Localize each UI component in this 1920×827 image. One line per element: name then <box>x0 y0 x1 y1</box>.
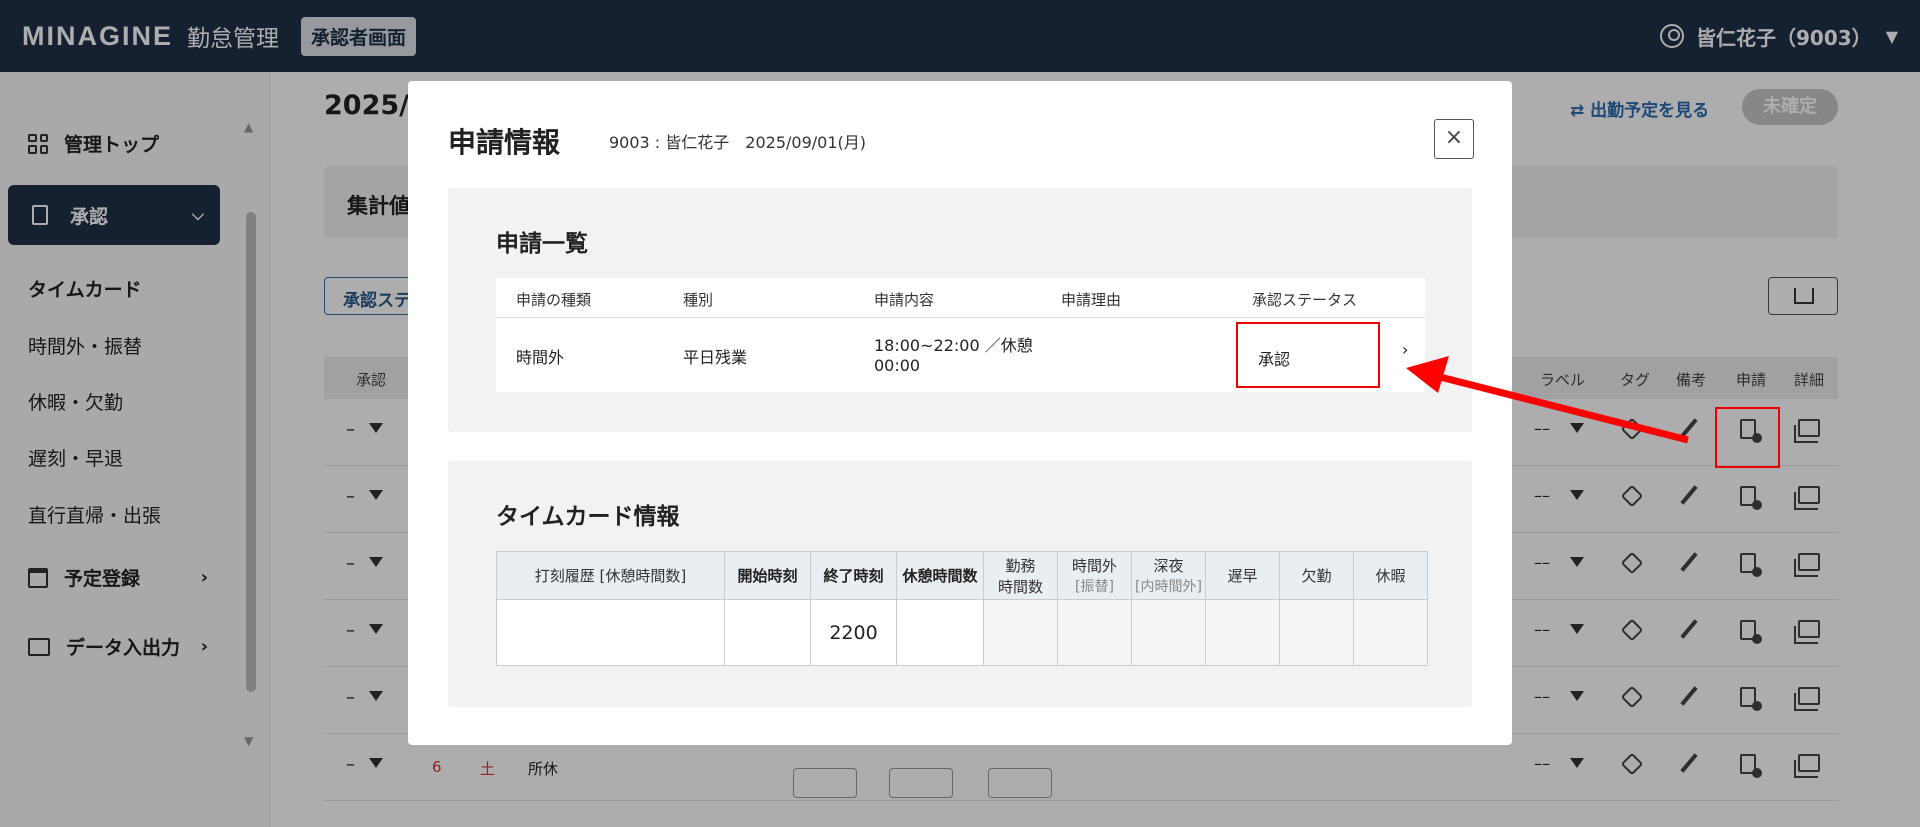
application-list-panel: 申請一覧 申請の種類 種別 申請内容 申請理由 承認ステータス 時間外 平日残業… <box>448 188 1472 432</box>
status-badge: 承認 <box>1258 350 1291 369</box>
col-late: 遅早 <box>1205 551 1280 600</box>
modal-title: 申請情報 <box>448 126 561 159</box>
cell-type: 時間外 <box>516 348 565 367</box>
cell-end: 2200 <box>810 599 897 666</box>
highlight-application-icon <box>1715 407 1780 468</box>
table-header: 申請の種類 種別 申請内容 申請理由 承認ステータス <box>496 278 1425 318</box>
cell-content-line2: 00:00 <box>874 356 921 375</box>
col-content: 申請内容 <box>874 291 935 309</box>
col-reason: 申請理由 <box>1061 291 1122 309</box>
col-type: 申請の種類 <box>516 291 592 309</box>
col-overtime: 時間外 [振替] <box>1057 551 1132 600</box>
close-button[interactable]: × <box>1434 119 1474 159</box>
col-end: 終了時刻 <box>810 551 897 600</box>
application-table: 申請の種類 種別 申請内容 申請理由 承認ステータス 時間外 平日残業 18:0… <box>496 278 1425 392</box>
cell-late <box>1205 599 1280 666</box>
timecard-panel: タイムカード情報 打刻履歴 [休憩時間数] 開始時刻 終了時刻 休憩時間数 勤務… <box>448 461 1472 707</box>
col-start: 開始時刻 <box>724 551 811 600</box>
cell-stamp <box>496 599 725 666</box>
application-modal: 申請情報 9003 : 皆仁花子 2025/09/01(月) × 申請一覧 申請… <box>408 81 1512 745</box>
col-absent: 欠勤 <box>1279 551 1354 600</box>
section-title: 申請一覧 <box>496 231 588 257</box>
cell-start <box>724 599 811 666</box>
status-highlight: 承認 <box>1236 322 1380 388</box>
col-leave: 休暇 <box>1353 551 1428 600</box>
modal-meta: 9003 : 皆仁花子 2025/09/01(月) <box>609 133 866 152</box>
timecard-table: 打刻履歴 [休憩時間数] 開始時刻 終了時刻 休憩時間数 勤務 時間数 時間外 [振… <box>496 551 1428 666</box>
chevron-right-icon[interactable]: › <box>1402 340 1408 359</box>
col-night: 深夜 [内時間外] <box>1131 551 1206 600</box>
col-category: 種別 <box>683 291 714 309</box>
table-row[interactable]: 時間外 平日残業 18:00~22:00 ／休憩 00:00 承認 › <box>496 318 1425 392</box>
cell-night <box>1131 599 1206 666</box>
cell-leave <box>1353 599 1428 666</box>
cell-category: 平日残業 <box>683 348 748 367</box>
table-row: 2200 <box>496 599 1428 666</box>
col-status: 承認ステータス <box>1252 291 1358 309</box>
cell-work <box>983 599 1058 666</box>
col-break: 休憩時間数 <box>896 551 984 600</box>
section-title: タイムカード情報 <box>496 504 680 530</box>
col-stamp: 打刻履歴 [休憩時間数] <box>496 551 725 600</box>
cell-overtime <box>1057 599 1132 666</box>
cell-absent <box>1279 599 1354 666</box>
col-work: 勤務 時間数 <box>983 551 1058 600</box>
cell-break <box>896 599 984 666</box>
cell-content-line1: 18:00~22:00 ／休憩 <box>874 336 1033 355</box>
